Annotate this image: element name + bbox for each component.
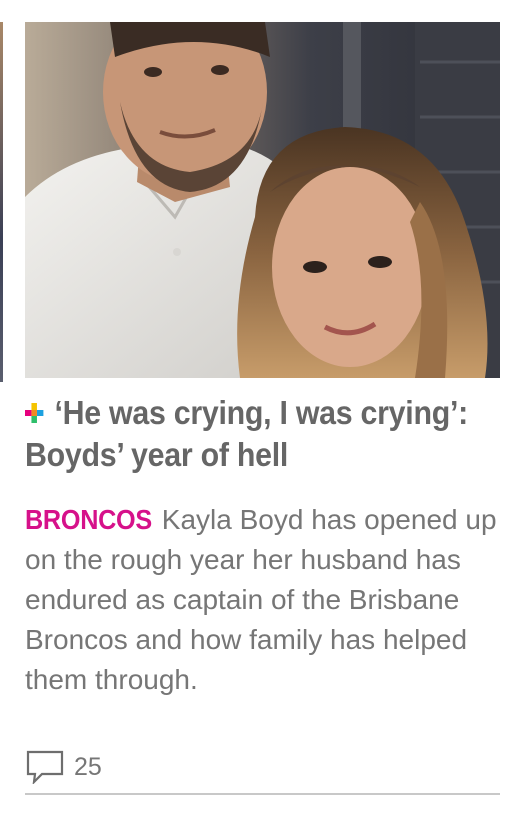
article-card[interactable]: ‘He was crying, I was crying’: Boyds’ ye… <box>0 0 516 814</box>
article-summary[interactable]: BRONCOS Kayla Boyd has opened up on the … <box>25 500 505 700</box>
plus-icon <box>25 403 44 423</box>
speech-bubble-icon <box>26 750 64 784</box>
headline-text: ‘He was crying, I was crying’: Boyds’ ye… <box>25 394 468 473</box>
comments-link[interactable]: 25 <box>26 750 102 784</box>
divider <box>25 793 500 795</box>
adjacent-card-edge <box>0 22 3 382</box>
article-headline[interactable]: ‘He was crying, I was crying’: Boyds’ ye… <box>25 392 494 476</box>
comment-count: 25 <box>74 752 102 781</box>
article-photo[interactable] <box>25 22 500 378</box>
photo-illustration <box>25 22 500 378</box>
category-tag[interactable]: BRONCOS <box>25 500 152 540</box>
